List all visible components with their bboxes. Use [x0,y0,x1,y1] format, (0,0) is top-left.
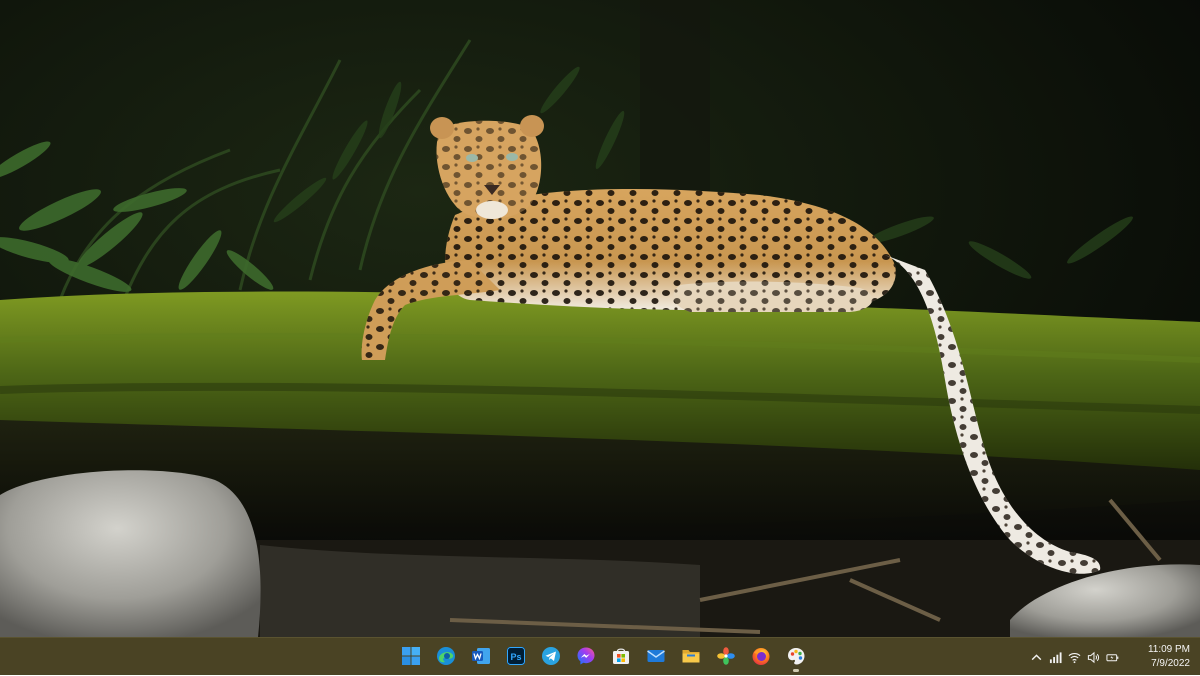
network-bars-icon[interactable] [1046,645,1065,669]
clock[interactable]: 11:09 PM 7/9/2022 [1128,643,1190,671]
word-icon [472,648,490,664]
battery-glyph [1106,653,1119,661]
volume-glyph [1087,651,1100,663]
paint-icon [788,648,805,665]
chevron-up-glyph [1031,653,1042,660]
word-button[interactable] [468,643,494,669]
firefox-icon [752,648,770,665]
photoshop-button[interactable]: Ps [503,643,529,669]
taskbar: Ps 11:09 PM 7/9/2022 [0,637,1200,675]
store-button[interactable] [608,643,634,669]
chevron-up-icon[interactable] [1027,645,1046,669]
photoshop-icon: Ps [507,647,525,665]
running-indicator [793,669,799,672]
network-bars-glyph [1049,651,1062,663]
clock-time: 11:09 PM [1147,644,1190,655]
clock-date: 7/9/2022 [1151,658,1190,669]
paint-button[interactable] [783,643,809,672]
wifi-icon[interactable] [1065,645,1084,669]
folder-icon [682,650,700,663]
wifi-glyph [1068,652,1081,663]
messenger-icon [577,647,595,665]
windows-logo-icon [402,647,420,665]
file-explorer-button[interactable] [678,643,704,669]
start-button[interactable] [398,643,424,669]
firefox-button[interactable] [748,643,774,669]
edge-button[interactable] [433,643,459,669]
edge-icon [437,647,455,665]
desktop[interactable] [0,0,1200,637]
svg-text:Ps: Ps [510,652,521,662]
telegram-icon [542,647,560,665]
photos-icon [717,647,735,665]
telegram-button[interactable] [538,643,564,669]
volume-icon[interactable] [1084,645,1103,669]
mail-button[interactable] [643,643,669,669]
taskbar-app-list: Ps [398,643,809,672]
messenger-button[interactable] [573,643,599,669]
mail-icon [647,650,665,662]
leopard-wallpaper [0,0,1200,637]
system-tray: 11:09 PM 7/9/2022 [1027,638,1200,676]
battery-icon[interactable] [1103,645,1122,669]
photos-button[interactable] [713,643,739,669]
store-icon [613,648,629,664]
